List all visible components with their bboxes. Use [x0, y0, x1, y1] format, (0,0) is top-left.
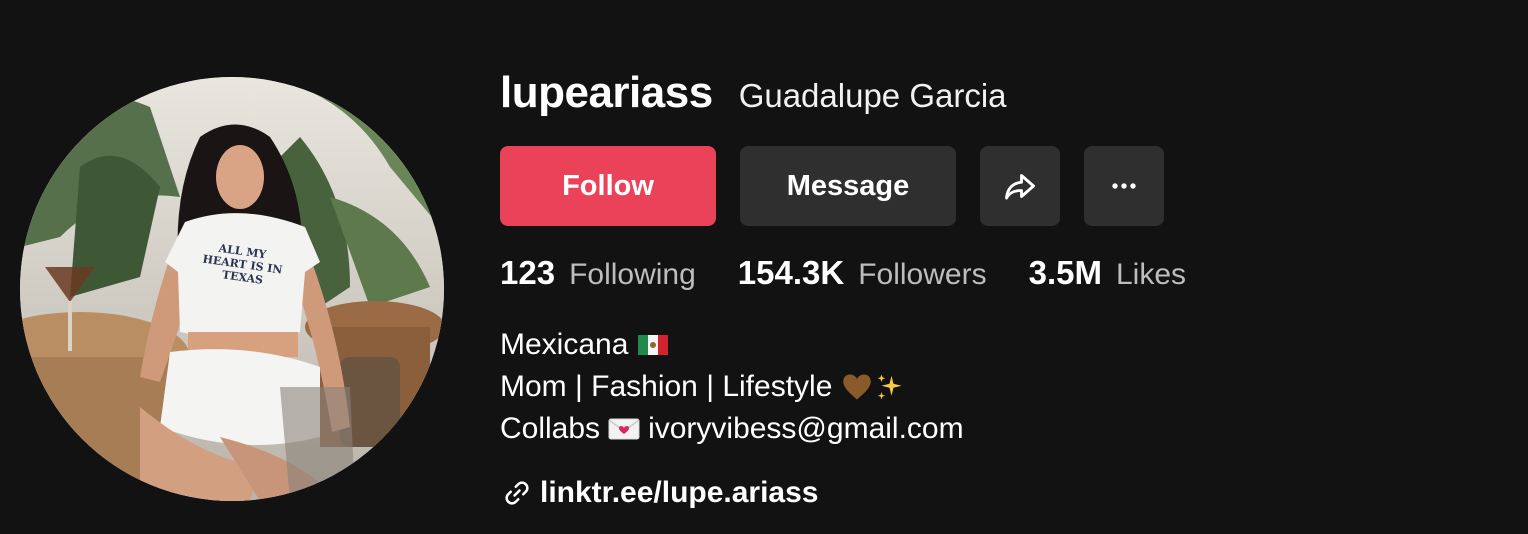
followers-label: Followers	[858, 258, 987, 291]
love-letter-icon	[608, 417, 640, 441]
bio: Mexicana Mom | Fashion | Lifestyle Colla…	[500, 324, 964, 450]
username: lupeariass	[500, 68, 713, 117]
followers-stat[interactable]: 154.3K Followers	[738, 254, 987, 292]
bio-text-1: Mexicana	[500, 328, 629, 361]
message-button[interactable]: Message	[740, 146, 956, 226]
likes-stat: 3.5M Likes	[1029, 254, 1186, 292]
bio-text-3: Collabs	[500, 412, 601, 445]
profile-link[interactable]: linktr.ee/lupe.ariass	[502, 476, 818, 510]
share-button[interactable]	[980, 146, 1060, 226]
profile-stats: 123 Following 154.3K Followers 3.5M Like…	[500, 254, 1228, 292]
sparkles-icon	[874, 372, 904, 402]
more-dots-icon	[1112, 183, 1136, 189]
profile-header: ALL MY HEART IS IN TEXAS lupeariass Guad…	[0, 0, 1528, 534]
avatar[interactable]: ALL MY HEART IS IN TEXAS	[20, 77, 444, 501]
likes-label: Likes	[1115, 258, 1187, 291]
following-stat[interactable]: 123 Following	[500, 254, 696, 292]
profile-names: lupeariass Guadalupe Garcia	[500, 68, 1007, 118]
more-options-button[interactable]	[1084, 146, 1164, 226]
profile-link-text[interactable]: linktr.ee/lupe.ariass	[540, 476, 818, 510]
bio-line-1: Mexicana	[500, 324, 964, 366]
follow-button[interactable]: Follow	[500, 146, 716, 226]
following-count: 123	[500, 254, 556, 291]
likes-count: 3.5M	[1028, 254, 1102, 291]
display-name: Guadalupe Garcia	[738, 77, 1007, 114]
link-icon	[505, 481, 529, 505]
bio-line-2: Mom | Fashion | Lifestyle	[500, 366, 964, 408]
brown-heart-icon	[842, 373, 872, 401]
following-label: Following	[569, 258, 696, 291]
profile-actions: Follow Message	[500, 146, 1164, 226]
share-arrow-icon	[1005, 174, 1035, 200]
bio-text-2: Mom | Fashion | Lifestyle	[500, 370, 833, 403]
followers-count: 154.3K	[737, 254, 845, 291]
avatar-photo: ALL MY HEART IS IN TEXAS	[20, 77, 444, 501]
bio-line-3: Collabs ivoryvibess@gmail.com	[500, 408, 964, 450]
bio-email[interactable]: ivoryvibess@gmail.com	[648, 408, 964, 450]
mexico-flag-icon	[638, 335, 669, 355]
